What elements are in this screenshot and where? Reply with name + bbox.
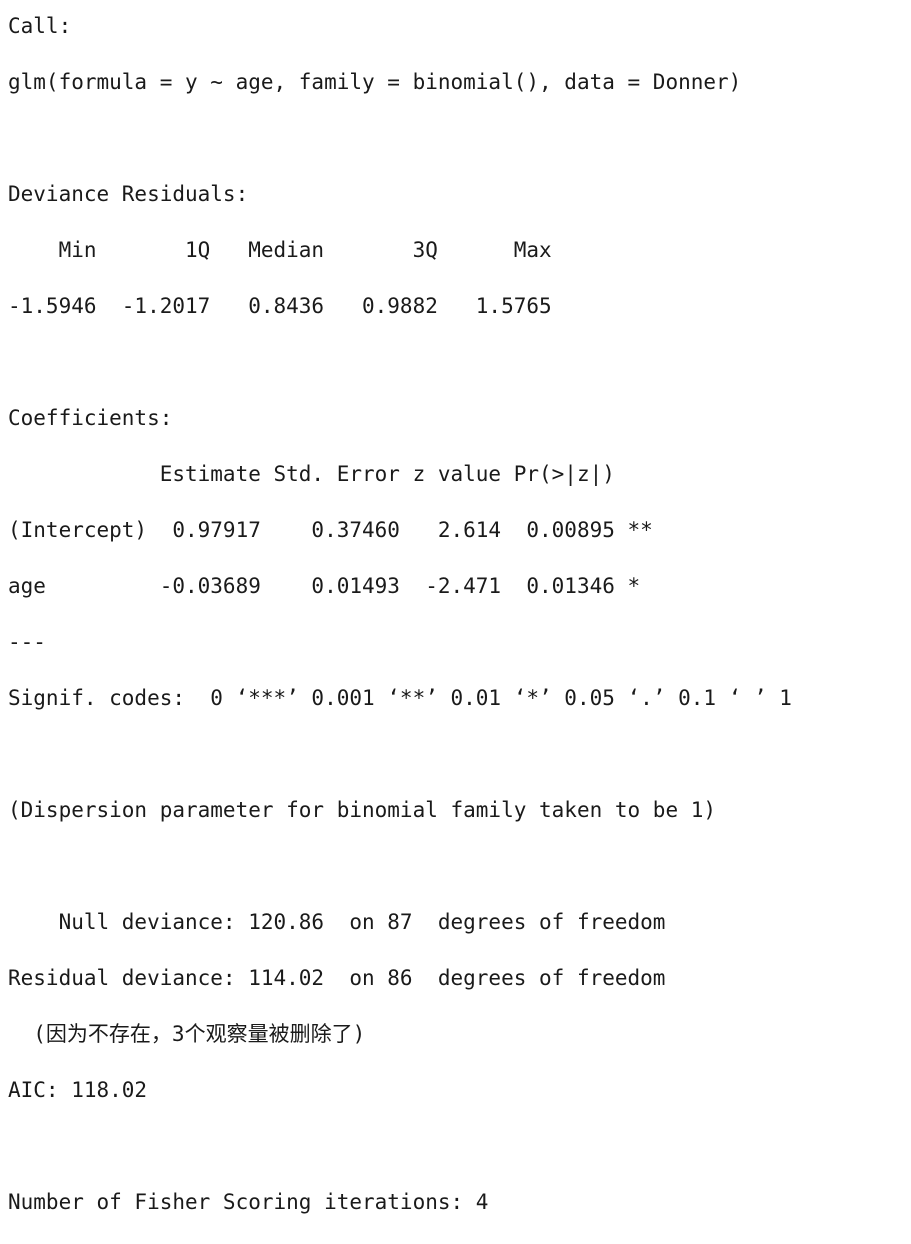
residual-deviance: Residual deviance: 114.02 on 86 degrees … (8, 966, 666, 990)
fisher-scoring-iterations: Number of Fisher Scoring iterations: 4 (8, 1190, 489, 1214)
coefficients-header: Coefficients: (8, 406, 173, 430)
call-header: Call: (8, 14, 72, 38)
residuals-values: -1.5946 -1.2017 0.8436 0.9882 1.5765 (8, 294, 577, 318)
missing-observations-note: (因为不存在，3个观察量被删除了) (8, 1022, 366, 1046)
coefficient-row-intercept: (Intercept) 0.97917 0.37460 2.614 0.0089… (8, 518, 653, 542)
dispersion-note: (Dispersion parameter for binomial famil… (8, 798, 717, 822)
r-console-output: Call: glm(formula = y ~ age, family = bi… (8, 12, 792, 1244)
deviance-residuals-header: Deviance Residuals: (8, 182, 249, 206)
coefficient-row-age: age -0.03689 0.01493 -2.471 0.01346 * (8, 574, 653, 598)
signif-codes: Signif. codes: 0 ‘***’ 0.001 ‘**’ 0.01 ‘… (8, 686, 792, 710)
residuals-column-headers: Min 1Q Median 3Q Max (8, 238, 577, 262)
call-formula: glm(formula = y ~ age, family = binomial… (8, 70, 742, 94)
separator: --- (8, 630, 46, 654)
null-deviance: Null deviance: 120.86 on 87 degrees of f… (8, 910, 666, 934)
aic: AIC: 118.02 (8, 1078, 148, 1102)
coefficients-column-headers: Estimate Std. Error z value Pr(>|z|) (8, 462, 653, 486)
